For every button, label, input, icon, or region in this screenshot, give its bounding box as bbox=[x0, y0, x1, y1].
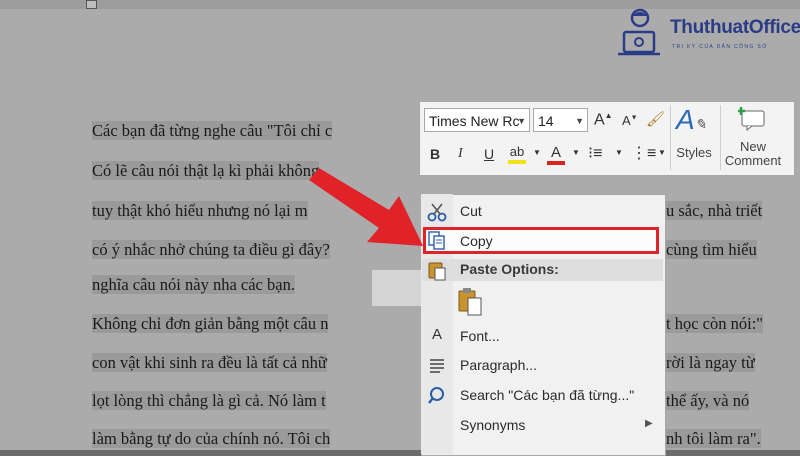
chevron-down-icon[interactable]: ▼ bbox=[517, 109, 526, 131]
font-name-combobox[interactable]: Times New Rc ▼ bbox=[424, 108, 530, 132]
menu-item-search[interactable]: Search "Các bạn đã từng..." bbox=[460, 387, 634, 403]
doc-line[interactable]: Có lẽ câu nói thật lạ kì phải không bbox=[92, 158, 320, 184]
format-painter-icon[interactable]: 🖌 bbox=[646, 110, 665, 128]
doc-line-fragment[interactable]: t học còn nói:" bbox=[666, 311, 764, 337]
menu-item-cut[interactable]: Cut bbox=[460, 203, 482, 219]
margin-marker bbox=[86, 0, 97, 9]
grow-font-icon[interactable]: A▲ bbox=[594, 111, 613, 129]
paste-options-label: Paste Options: bbox=[460, 261, 559, 277]
doc-line-fragment[interactable]: cùng tìm hiểu bbox=[666, 237, 757, 263]
new-comment-label[interactable]: New Comment bbox=[722, 140, 784, 168]
doc-line-fragment[interactable]: nh tôi làm ra". bbox=[666, 426, 761, 452]
logo-person-icon bbox=[618, 8, 660, 56]
doc-line[interactable]: con vật khi sinh ra đều là tất cả nhữ bbox=[92, 350, 327, 376]
submenu-arrow-icon: ▶ bbox=[645, 418, 653, 429]
doc-line[interactable]: Không chỉ đơn giản bằng một câu n bbox=[92, 311, 329, 337]
chevron-down-icon[interactable]: ▼ bbox=[658, 148, 666, 157]
doc-line[interactable]: nghĩa câu nói này nha các bạn. bbox=[92, 272, 295, 298]
doc-line[interactable]: làm bằng tự do của chính nó. Tôi ch bbox=[92, 426, 331, 452]
bold-button[interactable]: B bbox=[430, 146, 440, 162]
doc-line[interactable]: lọt lòng thì chẳng là gì cả. Nó làm t bbox=[92, 388, 326, 414]
search-icon bbox=[426, 385, 448, 407]
chevron-down-icon[interactable]: ▼ bbox=[575, 109, 584, 133]
menu-item-font[interactable]: Font... bbox=[460, 328, 500, 344]
italic-button[interactable]: I bbox=[458, 146, 463, 162]
doc-line-fragment[interactable]: thể ấy, và nó bbox=[666, 388, 750, 414]
menu-item-synonyms[interactable]: Synonyms bbox=[460, 417, 525, 433]
menu-item-copy[interactable]: Copy bbox=[460, 233, 493, 249]
toolbar-divider bbox=[720, 105, 721, 170]
font-color-icon[interactable]: A bbox=[547, 144, 565, 165]
doc-line-fragment[interactable]: rời là ngay từ bbox=[666, 350, 755, 376]
underline-button[interactable]: U bbox=[484, 146, 494, 162]
font-size-combobox[interactable]: 14 ▼ bbox=[533, 108, 588, 132]
logo-tagline: TRI KỲ CỦA DÂN CÔNG SỞ bbox=[672, 44, 768, 50]
red-arrow-annotation bbox=[309, 168, 423, 246]
paragraph-icon bbox=[426, 355, 448, 377]
chevron-down-icon[interactable]: ▼ bbox=[615, 148, 623, 157]
toolbar-divider bbox=[670, 105, 671, 170]
menu-item-paragraph[interactable]: Paragraph... bbox=[460, 357, 537, 373]
paste-keep-formatting-icon[interactable] bbox=[456, 287, 486, 317]
new-comment-icon[interactable] bbox=[737, 107, 766, 132]
menu-item-copy-highlight[interactable] bbox=[423, 227, 659, 254]
styles-button-label[interactable]: Styles bbox=[674, 146, 714, 160]
doc-line[interactable]: Các bạn đã từng nghe câu "Tôi chỉ c bbox=[92, 118, 333, 144]
highlight-color-icon[interactable]: ab bbox=[508, 143, 526, 164]
clipboard-icon bbox=[426, 259, 448, 281]
doc-line[interactable]: tuy thật khó hiểu nhưng nó lại m bbox=[92, 198, 308, 224]
doc-line-fragment[interactable]: u sắc, nhà triết bbox=[666, 198, 763, 224]
styles-icon[interactable]: A✎ bbox=[676, 104, 706, 136]
thuthuatoffice-logo: ThuthuatOffice TRI KỲ CỦA DÂN CÔNG SỞ bbox=[610, 6, 800, 66]
bullets-icon[interactable]: ⁝≡ bbox=[588, 143, 602, 163]
numbering-icon[interactable]: ⋮≡ bbox=[631, 143, 656, 163]
logo-name: ThuthuatOffice bbox=[670, 17, 800, 38]
font-icon: A bbox=[431, 326, 442, 343]
doc-line[interactable]: có ý nhắc nhở chúng ta điều gì đây? bbox=[92, 237, 330, 263]
chevron-down-icon[interactable]: ▼ bbox=[572, 148, 580, 157]
shrink-font-icon[interactable]: A▼ bbox=[622, 113, 638, 128]
chevron-down-icon[interactable]: ▼ bbox=[533, 148, 541, 157]
